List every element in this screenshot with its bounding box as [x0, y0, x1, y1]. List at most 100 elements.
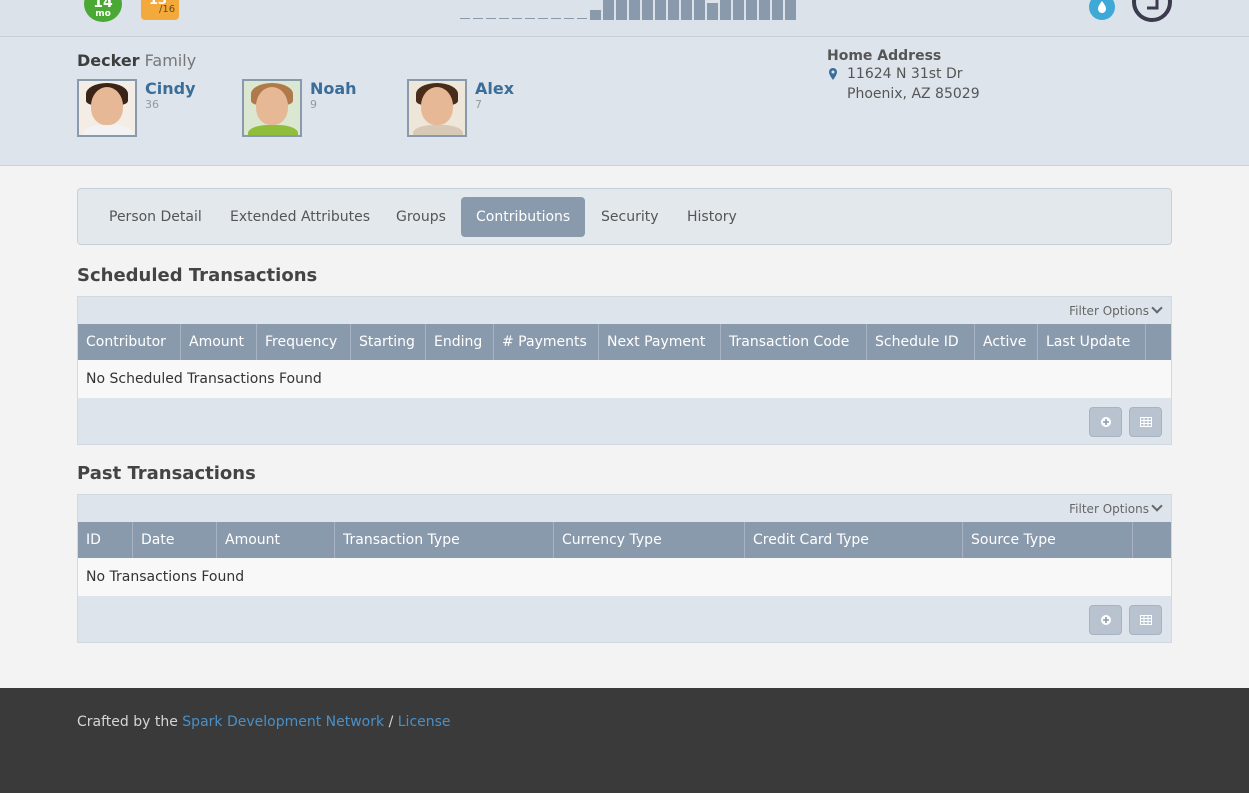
- column-header[interactable]: Ending: [426, 324, 494, 360]
- sparkline-empty-mark: [551, 18, 561, 19]
- add-button[interactable]: [1089, 407, 1122, 437]
- column-header[interactable]: Amount: [181, 324, 257, 360]
- attendance-badge: 13 /16: [141, 0, 179, 20]
- member-age: 9: [310, 98, 317, 111]
- family-last-name: Decker: [77, 51, 140, 70]
- grid-header: ID Date Amount Transaction Type Currency…: [78, 522, 1171, 558]
- plus-circle-icon: [1100, 615, 1111, 625]
- photo-shirt: [248, 125, 298, 135]
- column-header[interactable]: Last Update: [1038, 324, 1146, 360]
- footer-separator: /: [388, 714, 394, 730]
- home-address: Home Address 11624 N 31st Dr Phoenix, AZ…: [827, 48, 980, 102]
- column-header[interactable]: Transaction Code: [721, 324, 867, 360]
- export-grid-button[interactable]: [1129, 407, 1162, 437]
- sparkline-bar: [681, 0, 692, 20]
- filter-options-toggle[interactable]: Filter Options: [1069, 302, 1163, 318]
- sparkline-bar: [603, 0, 614, 20]
- add-button[interactable]: [1089, 605, 1122, 635]
- member-name[interactable]: Cindy: [145, 79, 196, 98]
- sparkline-bar: [668, 0, 679, 20]
- duration-badge-unit: mo: [95, 9, 111, 19]
- photo-shirt: [413, 125, 463, 135]
- chevron-down-icon[interactable]: [1151, 500, 1163, 512]
- footer-prefix: Crafted by the: [77, 714, 178, 730]
- family-banner: Decker Family Cindy 36 Noah 9 Alex 7 Hom…: [0, 37, 1249, 166]
- sparkline-empty-mark: [538, 18, 548, 19]
- tab-person-detail[interactable]: Person Detail: [94, 197, 217, 237]
- sparkline-bar: [629, 0, 640, 20]
- sparkline-bar: [785, 0, 796, 20]
- spark-link[interactable]: Spark Development Network: [182, 714, 384, 730]
- sparkline-bar: [642, 0, 653, 20]
- export-grid-button[interactable]: [1129, 605, 1162, 635]
- member-age: 36: [145, 98, 159, 111]
- sparkline-bar: [590, 10, 601, 20]
- photo-face: [421, 87, 453, 125]
- filter-options-label[interactable]: Filter Options: [1069, 502, 1149, 516]
- column-header[interactable]: Date: [133, 522, 217, 558]
- plus-circle-icon: [1100, 417, 1111, 427]
- chevron-down-icon[interactable]: [1151, 302, 1163, 314]
- water-drop-icon[interactable]: [1089, 0, 1115, 20]
- sparkline-empty-mark: [473, 18, 483, 19]
- column-header[interactable]: Schedule ID: [867, 324, 975, 360]
- column-header[interactable]: Transaction Type: [335, 522, 554, 558]
- photo-shirt: [83, 125, 133, 135]
- tab-groups[interactable]: Groups: [381, 197, 461, 237]
- sparkline-empty-mark: [564, 18, 574, 19]
- column-header[interactable]: # Payments: [494, 324, 599, 360]
- family-suffix: Family: [144, 51, 197, 70]
- past-transactions-grid: Filter Options ID Date Amount Transactio…: [77, 494, 1172, 643]
- grid-header: Contributor Amount Frequency Starting En…: [78, 324, 1171, 360]
- photo-face: [91, 87, 123, 125]
- filter-options-label[interactable]: Filter Options: [1069, 304, 1149, 318]
- member-photo[interactable]: [242, 79, 302, 137]
- member-name[interactable]: Noah: [310, 79, 357, 98]
- column-header[interactable]: Active: [975, 324, 1038, 360]
- sparkline-bar: [733, 0, 744, 20]
- filter-options-toggle[interactable]: Filter Options: [1069, 500, 1163, 516]
- empty-message: No Scheduled Transactions Found: [78, 360, 1171, 398]
- column-header[interactable]: Frequency: [257, 324, 351, 360]
- duration-badge: 14 mo: [84, 0, 122, 22]
- member-name[interactable]: Alex: [475, 79, 514, 98]
- address-line1: 11624 N 31st Dr: [847, 66, 963, 82]
- family-title: Decker Family: [77, 51, 196, 70]
- member-age: 7: [475, 98, 482, 111]
- photo-face: [256, 87, 288, 125]
- column-header[interactable]: Next Payment: [599, 324, 721, 360]
- sparkline-bar: [720, 0, 731, 20]
- column-header[interactable]: Amount: [217, 522, 335, 558]
- tab-contributions[interactable]: Contributions: [461, 197, 586, 237]
- map-pin-icon: [829, 68, 837, 80]
- sparkline-empty-mark: [460, 18, 470, 19]
- address-line2: Phoenix, AZ 85029: [847, 86, 980, 102]
- table-icon: [1139, 615, 1152, 625]
- attendance-sparkline: [460, 0, 796, 20]
- tab-extended-attributes[interactable]: Extended Attributes: [215, 197, 385, 237]
- column-header[interactable]: Currency Type: [554, 522, 745, 558]
- footer-credits: Crafted by the Spark Development Network…: [77, 714, 451, 730]
- license-link[interactable]: License: [398, 714, 451, 730]
- address-label: Home Address: [827, 48, 942, 64]
- sparkline-empty-mark: [499, 18, 509, 19]
- tab-security[interactable]: Security: [586, 197, 674, 237]
- column-header[interactable]: Starting: [351, 324, 426, 360]
- sparkline-bar: [616, 0, 627, 20]
- column-header[interactable]: ID: [78, 522, 133, 558]
- sparkline-empty-mark: [512, 18, 522, 19]
- ring-icon[interactable]: [1132, 0, 1172, 22]
- column-header[interactable]: Contributor: [78, 324, 181, 360]
- sparkline-bar: [655, 0, 666, 20]
- tab-history[interactable]: History: [672, 197, 752, 237]
- member-photo[interactable]: [77, 79, 137, 137]
- person-tabs: Person Detail Extended Attributes Groups…: [77, 188, 1172, 245]
- column-header[interactable]: Source Type: [963, 522, 1133, 558]
- scheduled-transactions-grid: Filter Options Contributor Amount Freque…: [77, 296, 1172, 445]
- column-header[interactable]: Credit Card Type: [745, 522, 963, 558]
- sparkline-empty-mark: [486, 18, 496, 19]
- sparkline-bar: [746, 0, 757, 20]
- member-photo[interactable]: [407, 79, 467, 137]
- sparkline-empty-mark: [525, 18, 535, 19]
- page-footer: Crafted by the Spark Development Network…: [0, 688, 1249, 793]
